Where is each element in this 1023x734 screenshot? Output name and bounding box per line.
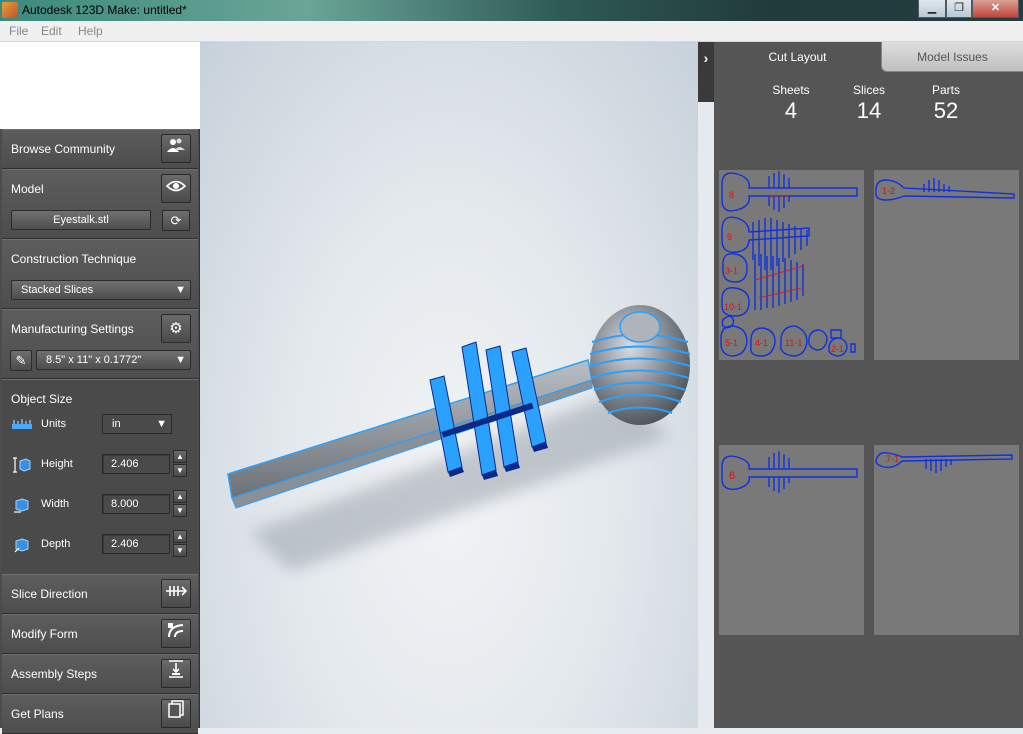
object-size-label: Object Size (11, 392, 73, 406)
app-logo-icon (2, 2, 18, 18)
units-label: Units (41, 418, 67, 430)
part-label: 10-1 (724, 302, 742, 312)
height-decrement-button[interactable]: ▼ (173, 464, 187, 477)
part-label: 5-1 (725, 338, 738, 348)
depth-increment-button[interactable]: ▲ (173, 530, 187, 543)
modify-form-label: Modify Form (11, 627, 78, 641)
sheet-thumbnail-2[interactable]: 1-2 (874, 170, 1019, 360)
width-label: Width (41, 498, 70, 510)
construction-label: Construction Technique (11, 252, 137, 266)
menu-edit[interactable]: Edit (41, 24, 62, 38)
manufacturing-dropdown[interactable]: 8.5" x 11" x 0.1772" ▼ (36, 350, 191, 370)
depth-decrement-button[interactable]: ▼ (173, 544, 187, 557)
depth-icon (12, 537, 32, 553)
construction-section: Construction Technique Stacked Slices ▼ (2, 239, 198, 309)
browse-community-label: Browse Community (11, 142, 116, 156)
menu-help[interactable]: Help (78, 24, 103, 38)
left-blank-area (0, 42, 200, 129)
part-label: 1-2 (882, 186, 895, 196)
get-plans-section[interactable]: Get Plans (2, 694, 198, 734)
slice-direction-icon[interactable] (161, 579, 191, 608)
assembly-steps-icon[interactable] (161, 659, 191, 688)
height-icon (12, 457, 32, 473)
model-file-button[interactable]: Eyestalk.stl (11, 210, 151, 230)
depth-label: Depth (41, 538, 71, 550)
construction-value: Stacked Slices (21, 284, 94, 296)
people-icon[interactable] (161, 134, 191, 163)
part-label: 7-1 (886, 454, 899, 464)
depth-input[interactable]: 2.406 (102, 534, 170, 554)
eye-icon[interactable] (161, 174, 191, 203)
chevron-down-icon: ▼ (175, 354, 186, 366)
viewport-edge (698, 102, 714, 728)
part-label: 6 (729, 470, 735, 482)
width-icon (12, 497, 32, 513)
height-input[interactable]: 2.406 (102, 454, 170, 474)
manufacturing-section: Manufacturing Settings ⚙ ✎ 8.5" x 11" x … (2, 309, 198, 379)
pencil-icon[interactable]: ✎ (10, 350, 32, 371)
modify-form-section[interactable]: Modify Form (2, 614, 198, 654)
minimize-button[interactable]: ▁ (918, 0, 946, 18)
manufacturing-label: Manufacturing Settings (11, 322, 134, 336)
model-viewport[interactable] (200, 42, 698, 728)
title-bar: Autodesk 123D Make: untitled* ▁ ❐ ✕ (0, 0, 1023, 21)
menu-bar: File Edit Help (0, 21, 1023, 42)
height-increment-button[interactable]: ▲ (173, 450, 187, 463)
parts-count: 52 (933, 98, 959, 123)
chevron-right-icon[interactable]: › (698, 42, 714, 102)
menu-file[interactable]: File (9, 24, 28, 38)
width-increment-button[interactable]: ▲ (173, 490, 187, 503)
assembly-steps-label: Assembly Steps (11, 667, 98, 681)
construction-technique-dropdown[interactable]: Stacked Slices ▼ (11, 280, 191, 300)
sheet-thumbnail-4[interactable]: 7-1 (874, 445, 1019, 635)
height-label: Height (41, 458, 73, 470)
units-value: in (112, 418, 121, 430)
refresh-icon[interactable]: ⟳ (162, 210, 190, 231)
chevron-down-icon: ▼ (156, 418, 167, 430)
part-label: 2-1 (831, 344, 844, 354)
part-label: 3-1 (725, 266, 738, 276)
ruler-icon (12, 418, 32, 434)
left-panel: Browse Community Model Eyestalk.stl ⟳ Co… (0, 129, 200, 734)
sheets-label: Sheets (772, 83, 810, 97)
object-size-section: Object Size Units in ▼ Height 2.406 ▲ ▼ … (2, 379, 198, 573)
sheets-count: 4 (784, 98, 798, 123)
assembly-steps-section[interactable]: Assembly Steps (2, 654, 198, 694)
model-render (227, 305, 691, 572)
width-input[interactable]: 8.000 (102, 494, 170, 514)
model-sphere (589, 305, 691, 425)
close-button[interactable]: ✕ (972, 0, 1019, 18)
gear-icon[interactable]: ⚙ (161, 314, 191, 343)
manufacturing-value: 8.5" x 11" x 0.1772" (46, 354, 142, 366)
right-panel: Cut Layout Model Issues Sheets 4 Slices … (714, 42, 1023, 728)
maximize-button[interactable]: ❐ (946, 0, 972, 18)
parts-label: Parts (931, 83, 960, 97)
tab-model-issues[interactable]: Model Issues (881, 42, 1023, 72)
width-decrement-button[interactable]: ▼ (173, 504, 187, 517)
model-label: Model (11, 182, 44, 196)
slices-label: Slices (852, 83, 885, 97)
units-dropdown[interactable]: in ▼ (102, 414, 172, 434)
modify-form-icon[interactable] (161, 619, 191, 648)
sheet-thumbnail-3[interactable]: 6 (719, 445, 864, 635)
slices-count: 14 (856, 98, 882, 123)
model-section: Model Eyestalk.stl ⟳ (2, 169, 198, 239)
window-title: Autodesk 123D Make: untitled* (22, 3, 187, 17)
chevron-down-icon: ▼ (175, 284, 186, 296)
part-label: 4-1 (755, 338, 768, 348)
part-label: 8 (729, 190, 734, 200)
part-label: 11-1 (785, 338, 802, 348)
browse-community-section[interactable]: Browse Community (2, 129, 198, 169)
slice-direction-label: Slice Direction (11, 587, 88, 601)
part-label: 9 (727, 232, 732, 242)
get-plans-icon[interactable] (161, 699, 191, 728)
tab-cut-layout[interactable]: Cut Layout (714, 42, 881, 72)
sheet-thumbnail-1[interactable]: 8 9 3-1 10-1 5-1 4-1 11-1 2-1 (719, 170, 864, 360)
get-plans-label: Get Plans (11, 707, 64, 721)
slice-direction-section[interactable]: Slice Direction (2, 574, 198, 614)
